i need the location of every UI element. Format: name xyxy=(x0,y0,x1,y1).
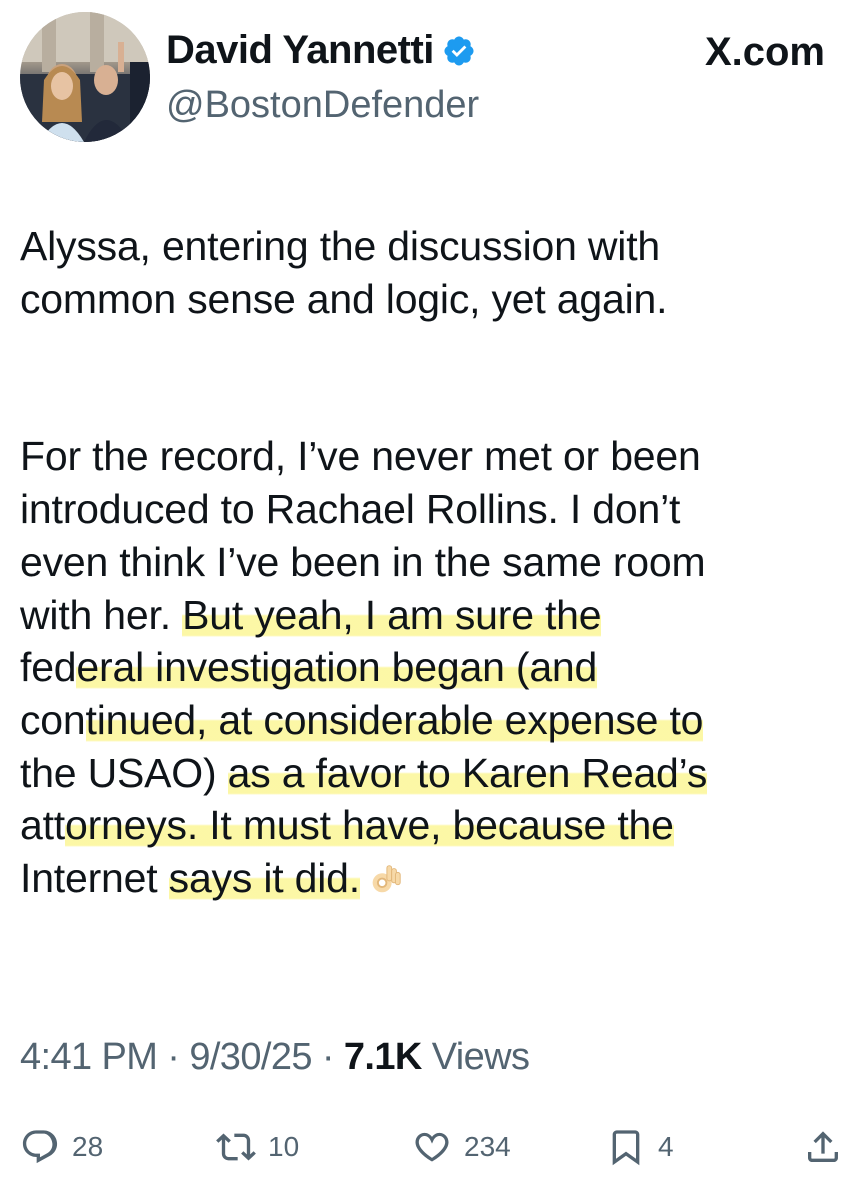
avatar[interactable] xyxy=(20,12,150,142)
tweet-line: the USAO) as a favor to Karen Read’s xyxy=(20,747,850,800)
tweet-text-segment: the USAO) xyxy=(20,749,228,796)
tweet-line: attorneys. It must have, because the xyxy=(20,799,850,852)
reply-icon xyxy=(22,1130,58,1164)
repost-button[interactable]: 10 xyxy=(216,1124,299,1170)
highlighted-text: says it did. xyxy=(168,855,360,902)
highlighted-text: tinued, at considerable expense to xyxy=(85,696,704,743)
repost-icon xyxy=(216,1133,256,1161)
meta-separator: · xyxy=(311,1036,344,1078)
ok-hand-emoji-icon xyxy=(366,860,404,898)
like-button[interactable]: 234 xyxy=(412,1124,511,1170)
like-count: 234 xyxy=(464,1131,511,1162)
tweet-text: Alyssa, entering the discussion with com… xyxy=(20,220,850,905)
tweet-meta: 4:41 PM · 9/30/25 · 7.1K Views xyxy=(20,1036,530,1079)
tweet-line: federal investigation began (and xyxy=(20,641,850,694)
highlighted-text: as a favor to Karen Read’s xyxy=(227,749,708,796)
views-count: 7.1K xyxy=(343,1036,422,1078)
heart-icon xyxy=(415,1132,449,1162)
tweet-text-segment: fed xyxy=(20,644,77,691)
tweet-line: continued, at considerable expense to xyxy=(20,694,850,747)
tweet-line: even think I’ve been in the same room xyxy=(20,538,706,585)
display-name[interactable]: David Yannetti xyxy=(166,28,434,73)
reply-button[interactable]: 28 xyxy=(20,1124,103,1170)
reply-count: 28 xyxy=(72,1131,104,1162)
tweet-text-segment: con xyxy=(20,696,86,743)
tweet-text-segment: att xyxy=(20,802,65,849)
share-icon xyxy=(808,1131,838,1162)
tweet-time[interactable]: 4:41 PM xyxy=(20,1036,158,1078)
tweet-line: with her. But yeah, I am sure the xyxy=(20,589,850,642)
bookmark-icon xyxy=(612,1130,640,1166)
user-handle[interactable]: @BostonDefender xyxy=(166,84,479,127)
tweet-date[interactable]: 9/30/25 xyxy=(189,1036,312,1078)
action-bar: 28 10 234 4 xyxy=(0,1124,865,1170)
share-button[interactable] xyxy=(803,1124,843,1170)
tweet-text-segment: with her. xyxy=(20,591,183,638)
highlighted-text: eral investigation began (and xyxy=(76,644,598,691)
verified-badge-icon[interactable] xyxy=(442,34,476,68)
bookmark-count: 4 xyxy=(658,1131,674,1162)
tweet-text-segment: Internet xyxy=(20,855,169,902)
tweet-line: introduced to Rachael Rollins. I don’t xyxy=(20,486,681,533)
display-name-row: David Yannetti xyxy=(166,28,476,73)
avatar-photo xyxy=(20,12,150,142)
bookmark-button[interactable]: 4 xyxy=(606,1124,674,1170)
tweet-line: Internet says it did. xyxy=(20,852,850,905)
repost-count: 10 xyxy=(268,1131,300,1162)
tweet-line: For the record, I’ve never met or been xyxy=(20,433,701,480)
site-label: X.com xyxy=(704,30,825,74)
tweet-line: Alyssa, entering the discussion with xyxy=(20,223,661,269)
highlighted-text: But yeah, I am sure the xyxy=(182,591,602,638)
views-label: Views xyxy=(421,1036,530,1078)
meta-separator: · xyxy=(157,1036,190,1078)
highlighted-text: orneys. It must have, because the xyxy=(65,802,674,849)
tweet-line: common sense and logic, yet again. xyxy=(20,275,668,322)
